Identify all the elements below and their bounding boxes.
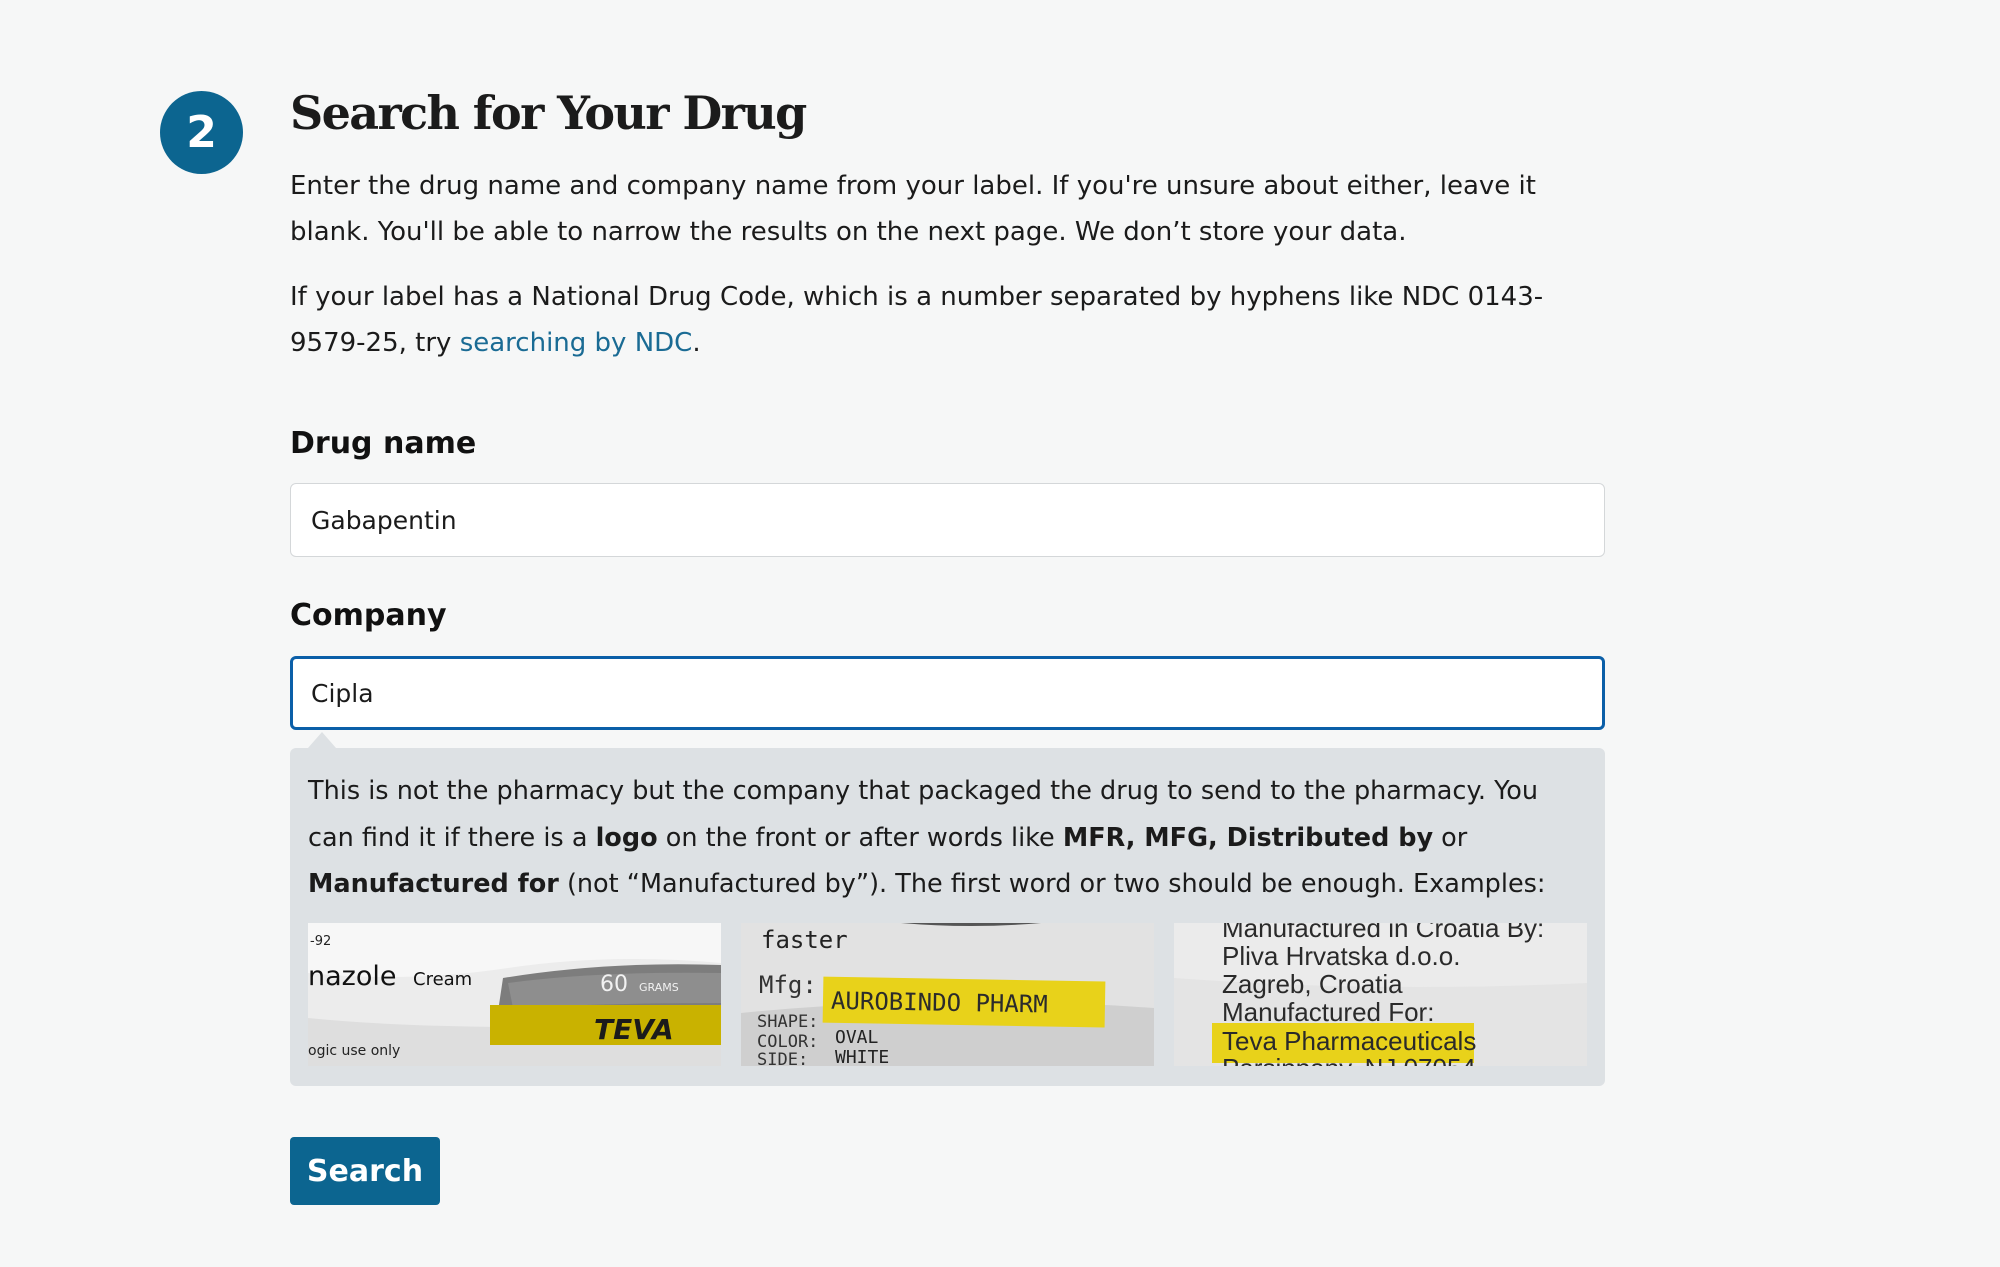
intro-text: Enter the drug name and company name fro… — [290, 171, 1536, 247]
teva-label-photo: Manufactured in Croatia By: Pliva Hrvats… — [1174, 923, 1587, 1066]
search-button[interactable]: Search — [290, 1137, 440, 1205]
teva-tube-photo: -92 nazole Cream 60 GRAMS TEVA ogic use … — [308, 923, 721, 1066]
label-text: Parsippany, NJ 07054 — [1222, 1053, 1476, 1066]
hint-text-part: or — [1433, 822, 1468, 853]
aurobindo-brand-text: AUROBINDO PHARM — [831, 987, 1048, 1019]
page-title: Search for Your Drug — [290, 86, 807, 140]
label-text: OVAL — [835, 1027, 879, 1048]
hint-bold-logo: logo — [595, 822, 658, 853]
company-label: Company — [290, 598, 447, 633]
example-image-aurobindo-label: faster Mfg: AUROBINDO PHARM SHAPE: OVAL … — [741, 923, 1154, 1066]
ndc-note-end: . — [692, 328, 701, 358]
step-number-badge: 2 — [160, 91, 243, 174]
hint-bold-manufactured-for: Manufactured for — [308, 869, 559, 899]
tube-text: nazole — [308, 961, 396, 992]
tube-text: ogic use only — [308, 1043, 400, 1059]
label-text: Manufactured For: — [1222, 997, 1434, 1027]
label-text: COLOR: — [757, 1032, 818, 1052]
example-image-teva-label: Manufactured in Croatia By: Pliva Hrvats… — [1174, 923, 1587, 1066]
search-by-ndc-link[interactable]: searching by NDC — [460, 328, 693, 358]
company-hint-box: This is not the pharmacy but the company… — [290, 748, 1605, 1086]
hint-text-part: on the front or after words like — [657, 822, 1063, 853]
company-input[interactable] — [290, 656, 1605, 730]
label-text: Manufactured in Croatia By: — [1222, 923, 1544, 943]
ndc-note: If your label has a National Drug Code, … — [290, 274, 1605, 366]
drug-name-input[interactable] — [290, 483, 1605, 557]
teva-pharmaceuticals-text: Teva Pharmaceuticals — [1222, 1026, 1476, 1056]
hint-bold-keywords: MFR, MFG, Distributed by — [1062, 822, 1434, 853]
teva-logo-text: TEVA — [594, 1013, 674, 1046]
label-text: SIDE: — [757, 1050, 808, 1066]
label-text: faster — [761, 926, 848, 954]
tube-text: 60 — [600, 972, 628, 997]
tube-text: -92 — [310, 934, 331, 949]
company-hint-text: This is not the pharmacy but the company… — [308, 768, 1590, 908]
tube-text: Cream — [413, 969, 472, 990]
drug-name-label: Drug name — [290, 426, 477, 461]
label-text: Mfg: — [759, 971, 817, 999]
label-text: Zagreb, Croatia — [1222, 969, 1403, 999]
hint-text-part: (not “Manufactured by”). The first word … — [558, 869, 1546, 899]
label-text: Pliva Hrvatska d.o.o. — [1222, 941, 1460, 971]
label-text: WHITE — [835, 1047, 889, 1066]
aurobindo-label-photo: faster Mfg: AUROBINDO PHARM SHAPE: OVAL … — [741, 923, 1154, 1066]
step-number: 2 — [186, 107, 217, 158]
example-image-teva-tube: -92 nazole Cream 60 GRAMS TEVA ogic use … — [308, 923, 721, 1066]
tube-text: GRAMS — [639, 981, 679, 994]
hint-pointer — [308, 732, 336, 748]
label-text: SHAPE: — [757, 1012, 818, 1032]
